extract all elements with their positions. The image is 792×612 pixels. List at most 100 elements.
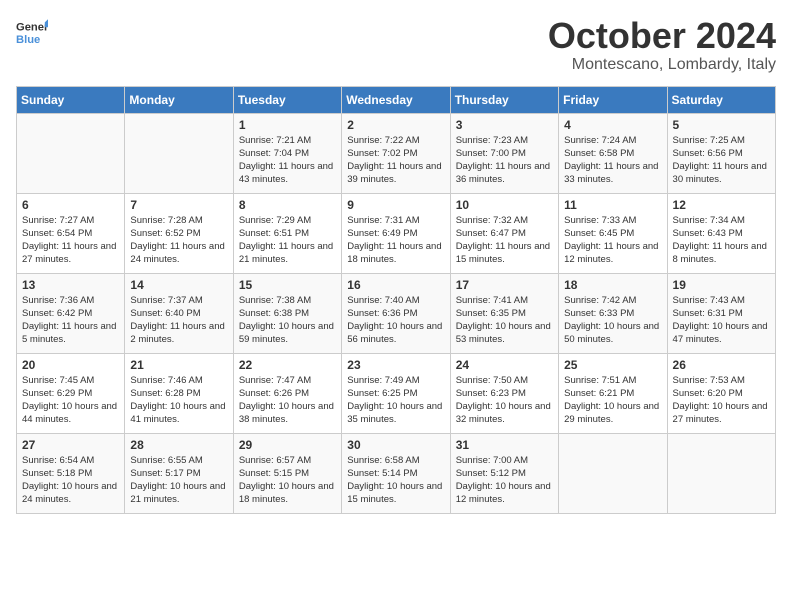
day-info: Sunrise: 7:49 AM Sunset: 6:25 PM Dayligh…	[347, 374, 444, 427]
month-title: October 2024	[548, 16, 776, 56]
day-info: Sunrise: 7:00 AM Sunset: 5:12 PM Dayligh…	[456, 454, 553, 507]
day-number: 19	[673, 278, 770, 292]
calendar-cell: 15 Sunrise: 7:38 AM Sunset: 6:38 PM Dayli…	[233, 273, 341, 353]
calendar-cell: 4Sunrise: 7:24 AM Sunset: 6:58 PM Daylig…	[559, 113, 667, 193]
calendar-cell: 24Sunrise: 7:50 AM Sunset: 6:23 PM Dayli…	[450, 353, 558, 433]
calendar-cell: 14 Sunrise: 7:37 AM Sunset: 6:40 PM Dayli…	[125, 273, 233, 353]
day-info: Sunrise: 6:54 AM Sunset: 5:18 PM Dayligh…	[22, 454, 119, 507]
day-info: Sunrise: 7:33 AM Sunset: 6:45 PM Dayligh…	[564, 214, 661, 267]
weekday-header: Monday	[125, 86, 233, 113]
day-number: 26	[673, 358, 770, 372]
day-number: 9	[347, 198, 444, 212]
calendar-cell: 8 Sunrise: 7:29 AM Sunset: 6:51 PM Daylig…	[233, 193, 341, 273]
day-info: Sunrise: 7:31 AM Sunset: 6:49 PM Dayligh…	[347, 214, 444, 267]
calendar-cell: 1Sunrise: 7:21 AM Sunset: 7:04 PM Daylig…	[233, 113, 341, 193]
day-info: Sunrise: 7:51 AM Sunset: 6:21 PM Dayligh…	[564, 374, 661, 427]
calendar-cell: 18 Sunrise: 7:42 AM Sunset: 6:33 PM Dayli…	[559, 273, 667, 353]
day-info: Sunrise: 7:45 AM Sunset: 6:29 PM Dayligh…	[22, 374, 119, 427]
calendar-week-row: 27Sunrise: 6:54 AM Sunset: 5:18 PM Dayli…	[17, 433, 776, 513]
calendar-cell: 9 Sunrise: 7:31 AM Sunset: 6:49 PM Daylig…	[342, 193, 450, 273]
weekday-header: Friday	[559, 86, 667, 113]
calendar-cell: 28 Sunrise: 6:55 AM Sunset: 5:17 PM Dayli…	[125, 433, 233, 513]
day-info: Sunrise: 7:34 AM Sunset: 6:43 PM Dayligh…	[673, 214, 770, 267]
day-info: Sunrise: 7:40 AM Sunset: 6:36 PM Dayligh…	[347, 294, 444, 347]
day-number: 6	[22, 198, 119, 212]
calendar-cell: 19 Sunrise: 7:43 AM Sunset: 6:31 PM Dayli…	[667, 273, 775, 353]
calendar-cell	[17, 113, 125, 193]
weekday-header: Wednesday	[342, 86, 450, 113]
calendar-cell	[559, 433, 667, 513]
calendar-cell: 3 Sunrise: 7:23 AM Sunset: 7:00 PM Daylig…	[450, 113, 558, 193]
day-number: 11	[564, 198, 661, 212]
calendar-week-row: 20Sunrise: 7:45 AM Sunset: 6:29 PM Dayli…	[17, 353, 776, 433]
day-info: Sunrise: 6:55 AM Sunset: 5:17 PM Dayligh…	[130, 454, 227, 507]
day-info: Sunrise: 7:46 AM Sunset: 6:28 PM Dayligh…	[130, 374, 227, 427]
day-number: 3	[456, 118, 553, 132]
day-number: 15	[239, 278, 336, 292]
day-number: 16	[347, 278, 444, 292]
calendar-cell: 12 Sunrise: 7:34 AM Sunset: 6:43 PM Dayli…	[667, 193, 775, 273]
svg-text:General: General	[16, 21, 48, 33]
calendar-cell: 6 Sunrise: 7:27 AM Sunset: 6:54 PM Daylig…	[17, 193, 125, 273]
day-info: Sunrise: 7:38 AM Sunset: 6:38 PM Dayligh…	[239, 294, 336, 347]
day-info: Sunrise: 7:25 AM Sunset: 6:56 PM Dayligh…	[673, 134, 770, 187]
day-info: Sunrise: 7:21 AM Sunset: 7:04 PM Dayligh…	[239, 134, 336, 187]
calendar-cell: 29 Sunrise: 6:57 AM Sunset: 5:15 PM Dayli…	[233, 433, 341, 513]
day-info: Sunrise: 7:37 AM Sunset: 6:40 PM Dayligh…	[130, 294, 227, 347]
calendar-cell: 7 Sunrise: 7:28 AM Sunset: 6:52 PM Daylig…	[125, 193, 233, 273]
day-number: 30	[347, 438, 444, 452]
weekday-header: Thursday	[450, 86, 558, 113]
day-info: Sunrise: 7:42 AM Sunset: 6:33 PM Dayligh…	[564, 294, 661, 347]
day-number: 25	[564, 358, 661, 372]
day-info: Sunrise: 6:57 AM Sunset: 5:15 PM Dayligh…	[239, 454, 336, 507]
day-info: Sunrise: 7:23 AM Sunset: 7:00 PM Dayligh…	[456, 134, 553, 187]
calendar-cell: 11 Sunrise: 7:33 AM Sunset: 6:45 PM Dayli…	[559, 193, 667, 273]
calendar-cell: 20Sunrise: 7:45 AM Sunset: 6:29 PM Dayli…	[17, 353, 125, 433]
day-info: Sunrise: 7:22 AM Sunset: 7:02 PM Dayligh…	[347, 134, 444, 187]
day-number: 28	[130, 438, 227, 452]
calendar-cell: 30 Sunrise: 6:58 AM Sunset: 5:14 PM Dayli…	[342, 433, 450, 513]
calendar-week-row: 6 Sunrise: 7:27 AM Sunset: 6:54 PM Daylig…	[17, 193, 776, 273]
calendar-week-row: 13Sunrise: 7:36 AM Sunset: 6:42 PM Dayli…	[17, 273, 776, 353]
day-number: 31	[456, 438, 553, 452]
calendar-cell: 31 Sunrise: 7:00 AM Sunset: 5:12 PM Dayli…	[450, 433, 558, 513]
day-number: 12	[673, 198, 770, 212]
calendar-cell: 25 Sunrise: 7:51 AM Sunset: 6:21 PM Dayli…	[559, 353, 667, 433]
logo-icon: General Blue	[16, 16, 48, 48]
day-number: 14	[130, 278, 227, 292]
day-info: Sunrise: 7:29 AM Sunset: 6:51 PM Dayligh…	[239, 214, 336, 267]
day-number: 18	[564, 278, 661, 292]
day-info: Sunrise: 6:58 AM Sunset: 5:14 PM Dayligh…	[347, 454, 444, 507]
title-block: October 2024 Montescano, Lombardy, Italy	[548, 16, 776, 74]
day-info: Sunrise: 7:32 AM Sunset: 6:47 PM Dayligh…	[456, 214, 553, 267]
logo: General Blue	[16, 16, 48, 48]
day-info: Sunrise: 7:36 AM Sunset: 6:42 PM Dayligh…	[22, 294, 119, 347]
page-header: General Blue October 2024 Montescano, Lo…	[16, 16, 776, 74]
day-number: 5	[673, 118, 770, 132]
day-info: Sunrise: 7:27 AM Sunset: 6:54 PM Dayligh…	[22, 214, 119, 267]
day-number: 29	[239, 438, 336, 452]
day-info: Sunrise: 7:53 AM Sunset: 6:20 PM Dayligh…	[673, 374, 770, 427]
day-number: 10	[456, 198, 553, 212]
day-info: Sunrise: 7:43 AM Sunset: 6:31 PM Dayligh…	[673, 294, 770, 347]
calendar-cell: 17Sunrise: 7:41 AM Sunset: 6:35 PM Dayli…	[450, 273, 558, 353]
day-number: 22	[239, 358, 336, 372]
day-info: Sunrise: 7:28 AM Sunset: 6:52 PM Dayligh…	[130, 214, 227, 267]
calendar-cell	[667, 433, 775, 513]
calendar-cell: 5 Sunrise: 7:25 AM Sunset: 6:56 PM Daylig…	[667, 113, 775, 193]
day-number: 8	[239, 198, 336, 212]
calendar-cell	[125, 113, 233, 193]
calendar-cell: 26 Sunrise: 7:53 AM Sunset: 6:20 PM Dayli…	[667, 353, 775, 433]
svg-text:Blue: Blue	[16, 34, 40, 46]
weekday-header: Tuesday	[233, 86, 341, 113]
calendar-body: 1Sunrise: 7:21 AM Sunset: 7:04 PM Daylig…	[17, 113, 776, 513]
day-number: 17	[456, 278, 553, 292]
day-number: 7	[130, 198, 227, 212]
day-number: 24	[456, 358, 553, 372]
weekday-header-row: SundayMondayTuesdayWednesdayThursdayFrid…	[17, 86, 776, 113]
calendar-cell: 13Sunrise: 7:36 AM Sunset: 6:42 PM Dayli…	[17, 273, 125, 353]
calendar-table: SundayMondayTuesdayWednesdayThursdayFrid…	[16, 86, 776, 514]
calendar-cell: 27Sunrise: 6:54 AM Sunset: 5:18 PM Dayli…	[17, 433, 125, 513]
day-info: Sunrise: 7:47 AM Sunset: 6:26 PM Dayligh…	[239, 374, 336, 427]
day-number: 21	[130, 358, 227, 372]
